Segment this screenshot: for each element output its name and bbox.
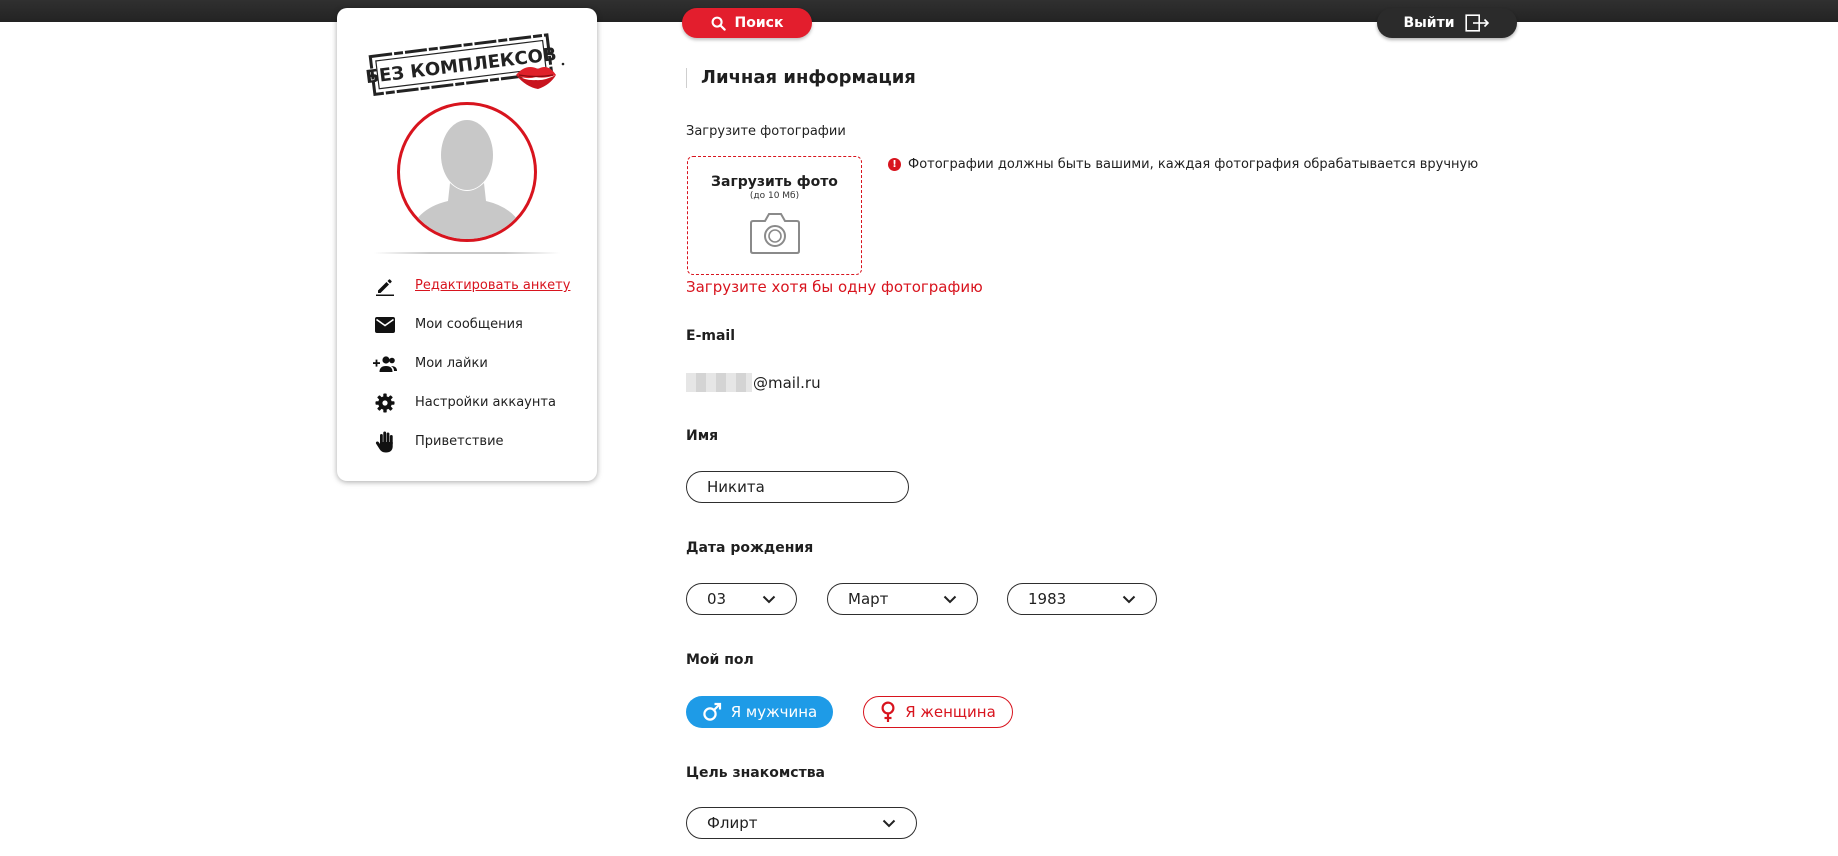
- gender-female-label: Я женщина: [905, 703, 996, 721]
- sidebar-item-label: Настройки аккаунта: [415, 395, 556, 410]
- logout-icon: [1464, 14, 1489, 32]
- sidebar-item-greeting[interactable]: Приветствие: [373, 422, 570, 461]
- female-symbol-icon: [881, 701, 895, 722]
- sidebar-item-messages[interactable]: Мои сообщения: [373, 305, 570, 344]
- birthdate-label: Дата рождения: [686, 540, 814, 556]
- birth-month-select[interactable]: Март: [827, 583, 978, 615]
- name-label: Имя: [686, 428, 719, 444]
- dating-goal-value: Флирт: [707, 814, 758, 832]
- sidebar-item-likes[interactable]: Мои лайки: [373, 344, 570, 383]
- photo-error-message: Загрузите хотя бы одну фотографию: [686, 278, 983, 296]
- chevron-down-icon: [1122, 595, 1136, 603]
- gender-label: Мой пол: [686, 652, 754, 668]
- camera-icon: [749, 213, 800, 254]
- name-input[interactable]: [686, 471, 909, 503]
- pencil-icon: [373, 274, 397, 298]
- chevron-down-icon: [882, 819, 896, 827]
- sidebar-item-edit-profile[interactable]: Редактировать анкету: [373, 266, 570, 305]
- email-redacted-part: [686, 373, 752, 392]
- photo-requirements-text: Фотографии должны быть вашими, каждая фо…: [908, 157, 1479, 172]
- logout-button[interactable]: Выйти: [1377, 8, 1517, 38]
- photos-label: Загрузите фотографии: [686, 124, 846, 139]
- chevron-down-icon: [943, 595, 957, 603]
- search-button-label: Поиск: [734, 15, 784, 31]
- sidebar-item-label: Мои сообщения: [415, 317, 523, 332]
- email-domain: @mail.ru: [753, 373, 821, 392]
- birth-year-value: 1983: [1028, 590, 1067, 608]
- add-person-icon: [373, 352, 397, 376]
- avatar[interactable]: [397, 102, 537, 242]
- top-bar: [0, 0, 1838, 22]
- birth-month-value: Март: [848, 590, 889, 608]
- info-icon: !: [888, 158, 901, 171]
- sidebar-item-label: Приветствие: [415, 434, 504, 449]
- gender-male-label: Я мужчина: [730, 703, 818, 721]
- gear-icon: [373, 391, 397, 415]
- birth-day-select[interactable]: 03: [686, 583, 797, 615]
- chevron-down-icon: [762, 595, 776, 603]
- upload-photo-title: Загрузить фото: [711, 174, 838, 190]
- birth-day-value: 03: [707, 590, 727, 608]
- upload-photo-button[interactable]: Загрузить фото (до 10 Мб): [687, 156, 862, 275]
- logout-button-label: Выйти: [1403, 15, 1455, 31]
- male-symbol-icon: [703, 702, 721, 721]
- gender-male-button[interactable]: Я мужчина: [686, 696, 833, 728]
- sidebar-item-label: Редактировать анкету: [415, 278, 571, 293]
- sidebar-menu: Редактировать анкету Мои сообщения Мои л…: [373, 266, 570, 461]
- search-icon: [711, 16, 726, 31]
- avatar-divider: [374, 252, 560, 254]
- photo-requirements-note: ! Фотографии должны быть вашими, каждая …: [888, 157, 1478, 172]
- profile-sidebar: БЕЗ КОМПЛЕКСОВ Редактировать анкету Мои …: [337, 8, 597, 481]
- user-silhouette-icon: [408, 120, 526, 239]
- dating-goal-label: Цель знакомства: [686, 765, 826, 781]
- upload-photo-limit: (до 10 Мб): [749, 191, 800, 201]
- envelope-icon: [373, 313, 397, 337]
- page-title: Личная информация: [686, 68, 916, 88]
- sidebar-item-label: Мои лайки: [415, 356, 488, 371]
- site-logo[interactable]: БЕЗ КОМПЛЕКСОВ: [364, 25, 566, 105]
- email-label: E-mail: [686, 328, 736, 344]
- sidebar-item-account-settings[interactable]: Настройки аккаунта: [373, 383, 570, 422]
- birth-year-select[interactable]: 1983: [1007, 583, 1157, 615]
- dating-goal-select[interactable]: Флирт: [686, 807, 917, 839]
- gender-female-button[interactable]: Я женщина: [863, 696, 1013, 728]
- email-value: @mail.ru: [686, 373, 821, 392]
- hand-icon: [373, 430, 397, 454]
- search-button[interactable]: Поиск: [682, 8, 812, 38]
